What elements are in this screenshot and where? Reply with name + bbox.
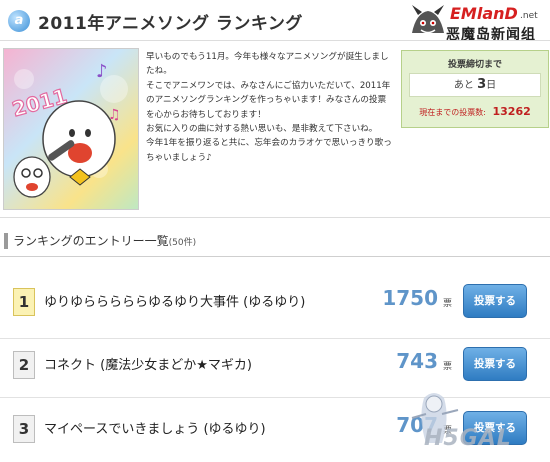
rank-badge: 2 bbox=[13, 351, 35, 379]
vote-count: 743 bbox=[396, 349, 438, 373]
demon-mascot-icon bbox=[412, 5, 444, 34]
vote-deadline-box: 投票締切まで あと 3日 現在までの投票数: 13262 bbox=[401, 50, 549, 128]
watermark-text: H5GAL bbox=[424, 426, 512, 451]
total-votes: 現在までの投票数: 13262 bbox=[402, 105, 548, 118]
song-title[interactable]: マイペースでいきましょう (ゆるゆり) bbox=[44, 418, 266, 437]
intro-illustration: 2011 ♪ ♫ bbox=[3, 48, 139, 210]
bottom-watermark: H5GAL bbox=[404, 388, 550, 462]
svg-text:♪: ♪ bbox=[96, 61, 108, 82]
days-unit: 日 bbox=[486, 80, 497, 91]
ranking-row: 2 コネクト (魔法少女まどか★マギカ) 743 票 投票する bbox=[0, 335, 550, 393]
intro-paragraph: 今年1年を振り返ると共に、忘年会のカラオケで思いっきり歌っちゃいましょう♪ bbox=[146, 138, 392, 163]
intro-text: 早いものでもう11月。今年も様々なアニメソングが誕生しましたね。 そこでアニメワ… bbox=[146, 50, 394, 165]
watermark-brand: EMlanD bbox=[450, 4, 518, 23]
ranking-row: 1 ゆりゆらららららゆるゆり大事件 (ゆるゆり) 1750 票 投票する bbox=[0, 272, 550, 330]
site-logo-icon[interactable]: a bbox=[8, 10, 30, 32]
song-title[interactable]: ゆりゆらららららゆるゆり大事件 (ゆるゆり) bbox=[44, 291, 305, 310]
total-votes-value: 13262 bbox=[492, 105, 531, 118]
content-divider bbox=[0, 217, 550, 218]
vote-button[interactable]: 投票する bbox=[463, 284, 527, 318]
site-watermark: EMlanD .net 恶魔岛新闻组 bbox=[408, 2, 548, 43]
section-title: ランキングのエントリー一覧 bbox=[13, 234, 169, 248]
rank-badge: 1 bbox=[13, 288, 35, 316]
song-title[interactable]: コネクト (魔法少女まどか★マギカ) bbox=[44, 354, 252, 373]
vote-unit: 票 bbox=[443, 362, 453, 372]
watermark-domain: .net bbox=[520, 11, 538, 21]
entry-list-heading: ランキングのエントリー一覧(50件) bbox=[0, 229, 550, 255]
days-prefix: あと bbox=[453, 80, 474, 91]
intro-paragraph: お気に入りの曲に対する熱い思いも、是非教えて下さいね。 bbox=[146, 124, 378, 135]
days-remaining: あと 3日 bbox=[409, 73, 541, 97]
intro-paragraph: 早いものでもう11月。今年も様々なアニメソングが誕生しましたね。 bbox=[146, 52, 389, 77]
total-votes-label: 現在までの投票数: bbox=[419, 108, 486, 117]
section-marker bbox=[4, 233, 8, 249]
vote-unit: 票 bbox=[443, 299, 453, 309]
vote-deadline-heading: 投票締切まで bbox=[447, 60, 502, 70]
section-count: (50件) bbox=[168, 238, 197, 248]
vote-count: 1750 bbox=[382, 286, 438, 310]
watermark-site-name: 恶魔岛新闻组 bbox=[446, 27, 536, 43]
page-header: a 2011年アニメソング ランキング EMlanD .net 恶魔岛新闻组 bbox=[0, 0, 550, 43]
rank-badge: 3 bbox=[13, 415, 35, 443]
vote-button[interactable]: 投票する bbox=[463, 347, 527, 381]
page-title: 2011年アニメソング ランキング bbox=[38, 14, 303, 34]
days-value: 3 bbox=[477, 77, 487, 92]
intro-paragraph: そこでアニメワンでは、みなさんにご協力いただいて、2011年のアニメソングランキ… bbox=[146, 80, 391, 120]
section-divider bbox=[0, 256, 550, 257]
header-divider bbox=[0, 40, 550, 41]
